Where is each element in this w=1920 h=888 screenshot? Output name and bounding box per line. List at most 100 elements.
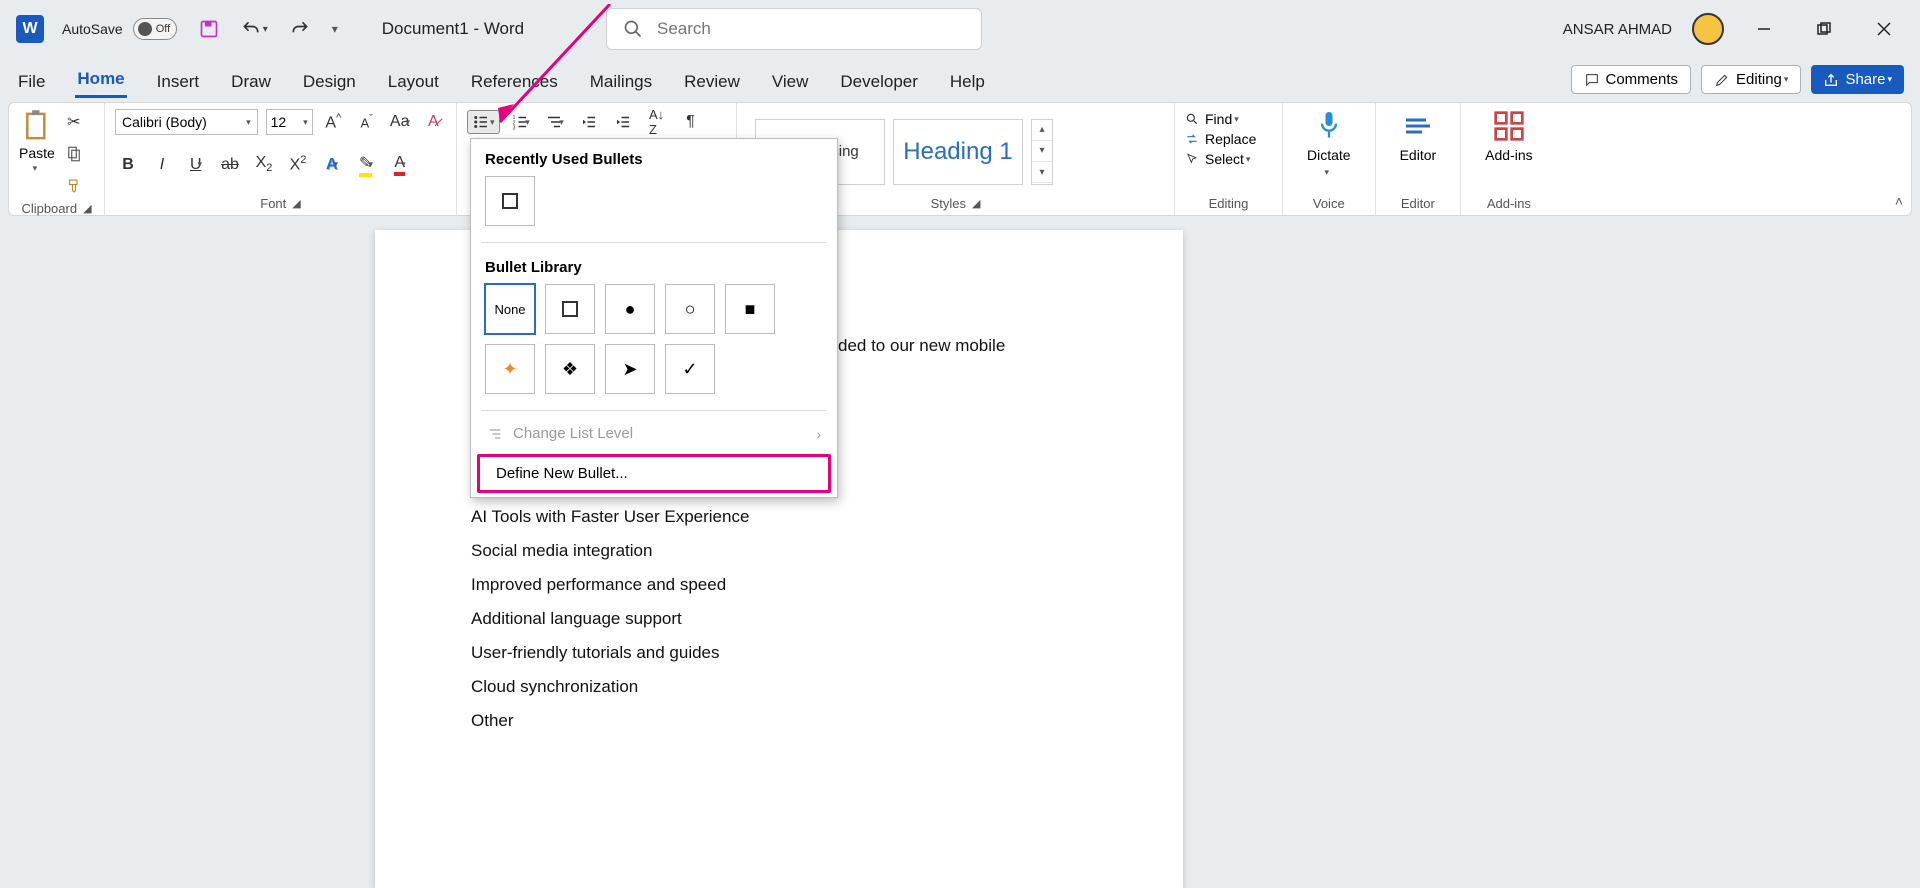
autosave-control[interactable]: AutoSave Off bbox=[62, 18, 177, 40]
format-painter-button[interactable] bbox=[61, 173, 87, 199]
doc-line[interactable]: Cloud synchronization bbox=[471, 670, 1087, 704]
multilevel-list-button[interactable]: ▾ bbox=[542, 109, 568, 135]
tab-mailings[interactable]: Mailings bbox=[588, 66, 654, 98]
bullet-none-label: None bbox=[494, 302, 525, 317]
close-button[interactable] bbox=[1864, 9, 1904, 49]
replace-button[interactable]: Replace bbox=[1185, 131, 1272, 147]
autosave-state: Off bbox=[156, 23, 170, 35]
search-input[interactable] bbox=[657, 19, 965, 39]
bullet-disc[interactable]: ● bbox=[605, 284, 655, 334]
bold-button[interactable]: B bbox=[115, 152, 141, 178]
undo-icon bbox=[241, 19, 261, 39]
chevron-down-icon[interactable]: ▾ bbox=[1032, 141, 1052, 162]
dictate-button[interactable]: Dictate ▾ bbox=[1293, 109, 1365, 178]
define-new-bullet-item[interactable]: Define New Bullet... bbox=[477, 454, 831, 493]
minimize-button[interactable] bbox=[1744, 9, 1784, 49]
cut-button[interactable]: ✂ bbox=[61, 109, 87, 135]
styles-scroll[interactable]: ▴▾▾ bbox=[1031, 119, 1053, 185]
close-icon bbox=[1877, 22, 1891, 36]
title-bar: W AutoSave Off ▾ ▾ Document1 - Word ANSA… bbox=[0, 0, 1920, 58]
select-button[interactable]: Select▾ bbox=[1185, 151, 1272, 167]
doc-line[interactable]: Other bbox=[471, 704, 1087, 738]
define-new-bullet-label: Define New Bullet... bbox=[496, 465, 628, 482]
sort-button[interactable]: A↓Z bbox=[644, 109, 670, 135]
comments-button[interactable]: Comments bbox=[1571, 65, 1692, 94]
bullet-square[interactable]: ■ bbox=[725, 284, 775, 334]
grow-font-button[interactable]: A^ bbox=[321, 109, 346, 135]
caret-down-icon: ▾ bbox=[1234, 114, 1239, 125]
tab-developer[interactable]: Developer bbox=[838, 66, 920, 98]
customize-qat-button[interactable]: ▾ bbox=[328, 21, 342, 37]
bullet-circle[interactable]: ○ bbox=[665, 284, 715, 334]
font-name-combo[interactable]: Calibri (Body)▾ bbox=[115, 109, 258, 135]
maximize-button[interactable] bbox=[1804, 9, 1844, 49]
styles-group-label: Styles bbox=[931, 196, 966, 211]
subscript-button[interactable]: X2 bbox=[251, 152, 277, 178]
tab-review[interactable]: Review bbox=[682, 66, 742, 98]
autosave-toggle[interactable]: Off bbox=[133, 18, 177, 40]
style-heading-1[interactable]: Heading 1 bbox=[893, 119, 1023, 185]
doc-line[interactable]: AI Tools with Faster User Experience bbox=[471, 500, 1087, 534]
autosave-label: AutoSave bbox=[62, 21, 123, 37]
bullet-diamond-cluster[interactable]: ❖ bbox=[545, 344, 595, 394]
tab-home[interactable]: Home bbox=[75, 63, 126, 98]
styles-more-icon[interactable]: ▾ bbox=[1032, 162, 1052, 183]
strikethrough-button[interactable]: ab bbox=[217, 152, 243, 178]
doc-line[interactable]: Social media integration bbox=[471, 534, 1087, 568]
editing-mode-button[interactable]: Editing ▾ bbox=[1701, 65, 1801, 94]
tab-layout[interactable]: Layout bbox=[386, 66, 441, 98]
italic-button[interactable]: I bbox=[149, 152, 175, 178]
paste-button[interactable]: Paste ▾ bbox=[19, 109, 55, 199]
caret-down-icon: ▾ bbox=[525, 117, 530, 128]
checkmark-icon: ✓ bbox=[682, 359, 697, 380]
tab-design[interactable]: Design bbox=[301, 66, 358, 98]
tab-view[interactable]: View bbox=[770, 66, 811, 98]
show-marks-button[interactable]: ¶ bbox=[678, 109, 704, 135]
bullets-button[interactable]: ▾ bbox=[467, 110, 500, 134]
font-color-button[interactable]: A▾ bbox=[387, 152, 413, 178]
bullet-hollow-square[interactable] bbox=[545, 284, 595, 334]
underline-button[interactable]: U▾ bbox=[183, 152, 209, 178]
chevron-up-icon[interactable]: ▴ bbox=[1032, 120, 1052, 141]
ribbon: Paste ▾ ✂ Clipboard◢ Calibri (Body)▾ 12▾… bbox=[8, 102, 1912, 216]
bullet-checkmark[interactable]: ✓ bbox=[665, 344, 715, 394]
redo-button[interactable] bbox=[286, 15, 314, 43]
bullet-none[interactable]: None bbox=[485, 284, 535, 334]
tab-insert[interactable]: Insert bbox=[155, 66, 202, 98]
doc-line[interactable]: Additional language support bbox=[471, 602, 1087, 636]
dialog-launcher-icon[interactable]: ◢ bbox=[972, 197, 980, 210]
font-size-combo[interactable]: 12▾ bbox=[266, 109, 313, 135]
numbering-button[interactable]: 123▾ bbox=[508, 109, 534, 135]
tab-draw[interactable]: Draw bbox=[229, 66, 273, 98]
clear-formatting-button[interactable]: A̷ bbox=[421, 109, 446, 135]
editor-button[interactable]: Editor bbox=[1386, 109, 1451, 163]
collapse-ribbon-button[interactable]: ˄ bbox=[1895, 193, 1903, 209]
superscript-button[interactable]: X2 bbox=[285, 152, 311, 178]
tab-help[interactable]: Help bbox=[948, 66, 987, 98]
decrease-indent-button[interactable] bbox=[576, 109, 602, 135]
tab-file[interactable]: File bbox=[16, 66, 47, 98]
recent-bullets-title: Recently Used Bullets bbox=[471, 139, 837, 176]
save-button[interactable] bbox=[195, 15, 223, 43]
dialog-launcher-icon[interactable]: ◢ bbox=[292, 197, 300, 210]
doc-line[interactable]: Improved performance and speed bbox=[471, 568, 1087, 602]
bullet-arrow[interactable]: ➤ bbox=[605, 344, 655, 394]
copy-button[interactable] bbox=[61, 141, 87, 167]
recent-bullet-hollow-square[interactable] bbox=[485, 176, 535, 226]
addins-button[interactable]: Add-ins bbox=[1471, 109, 1546, 163]
doc-line[interactable]: User-friendly tutorials and guides bbox=[471, 636, 1087, 670]
search-box[interactable] bbox=[606, 8, 982, 50]
find-button[interactable]: Find▾ bbox=[1185, 111, 1272, 127]
editor-label: Editor bbox=[1400, 147, 1437, 163]
highlight-button[interactable]: ✎▾ bbox=[353, 152, 379, 178]
bullet-four-diamond[interactable]: ✦ bbox=[485, 344, 535, 394]
change-case-button[interactable]: Aa▾ bbox=[387, 109, 412, 135]
increase-indent-button[interactable] bbox=[610, 109, 636, 135]
dialog-launcher-icon[interactable]: ◢ bbox=[83, 202, 91, 215]
user-avatar[interactable] bbox=[1692, 13, 1724, 45]
text-effects-button[interactable]: A▾ bbox=[319, 152, 345, 178]
shrink-font-button[interactable]: Aˇ bbox=[354, 109, 379, 135]
share-button[interactable]: Share ▾ bbox=[1811, 65, 1904, 94]
undo-button[interactable]: ▾ bbox=[237, 15, 272, 43]
tab-references[interactable]: References bbox=[469, 66, 560, 98]
